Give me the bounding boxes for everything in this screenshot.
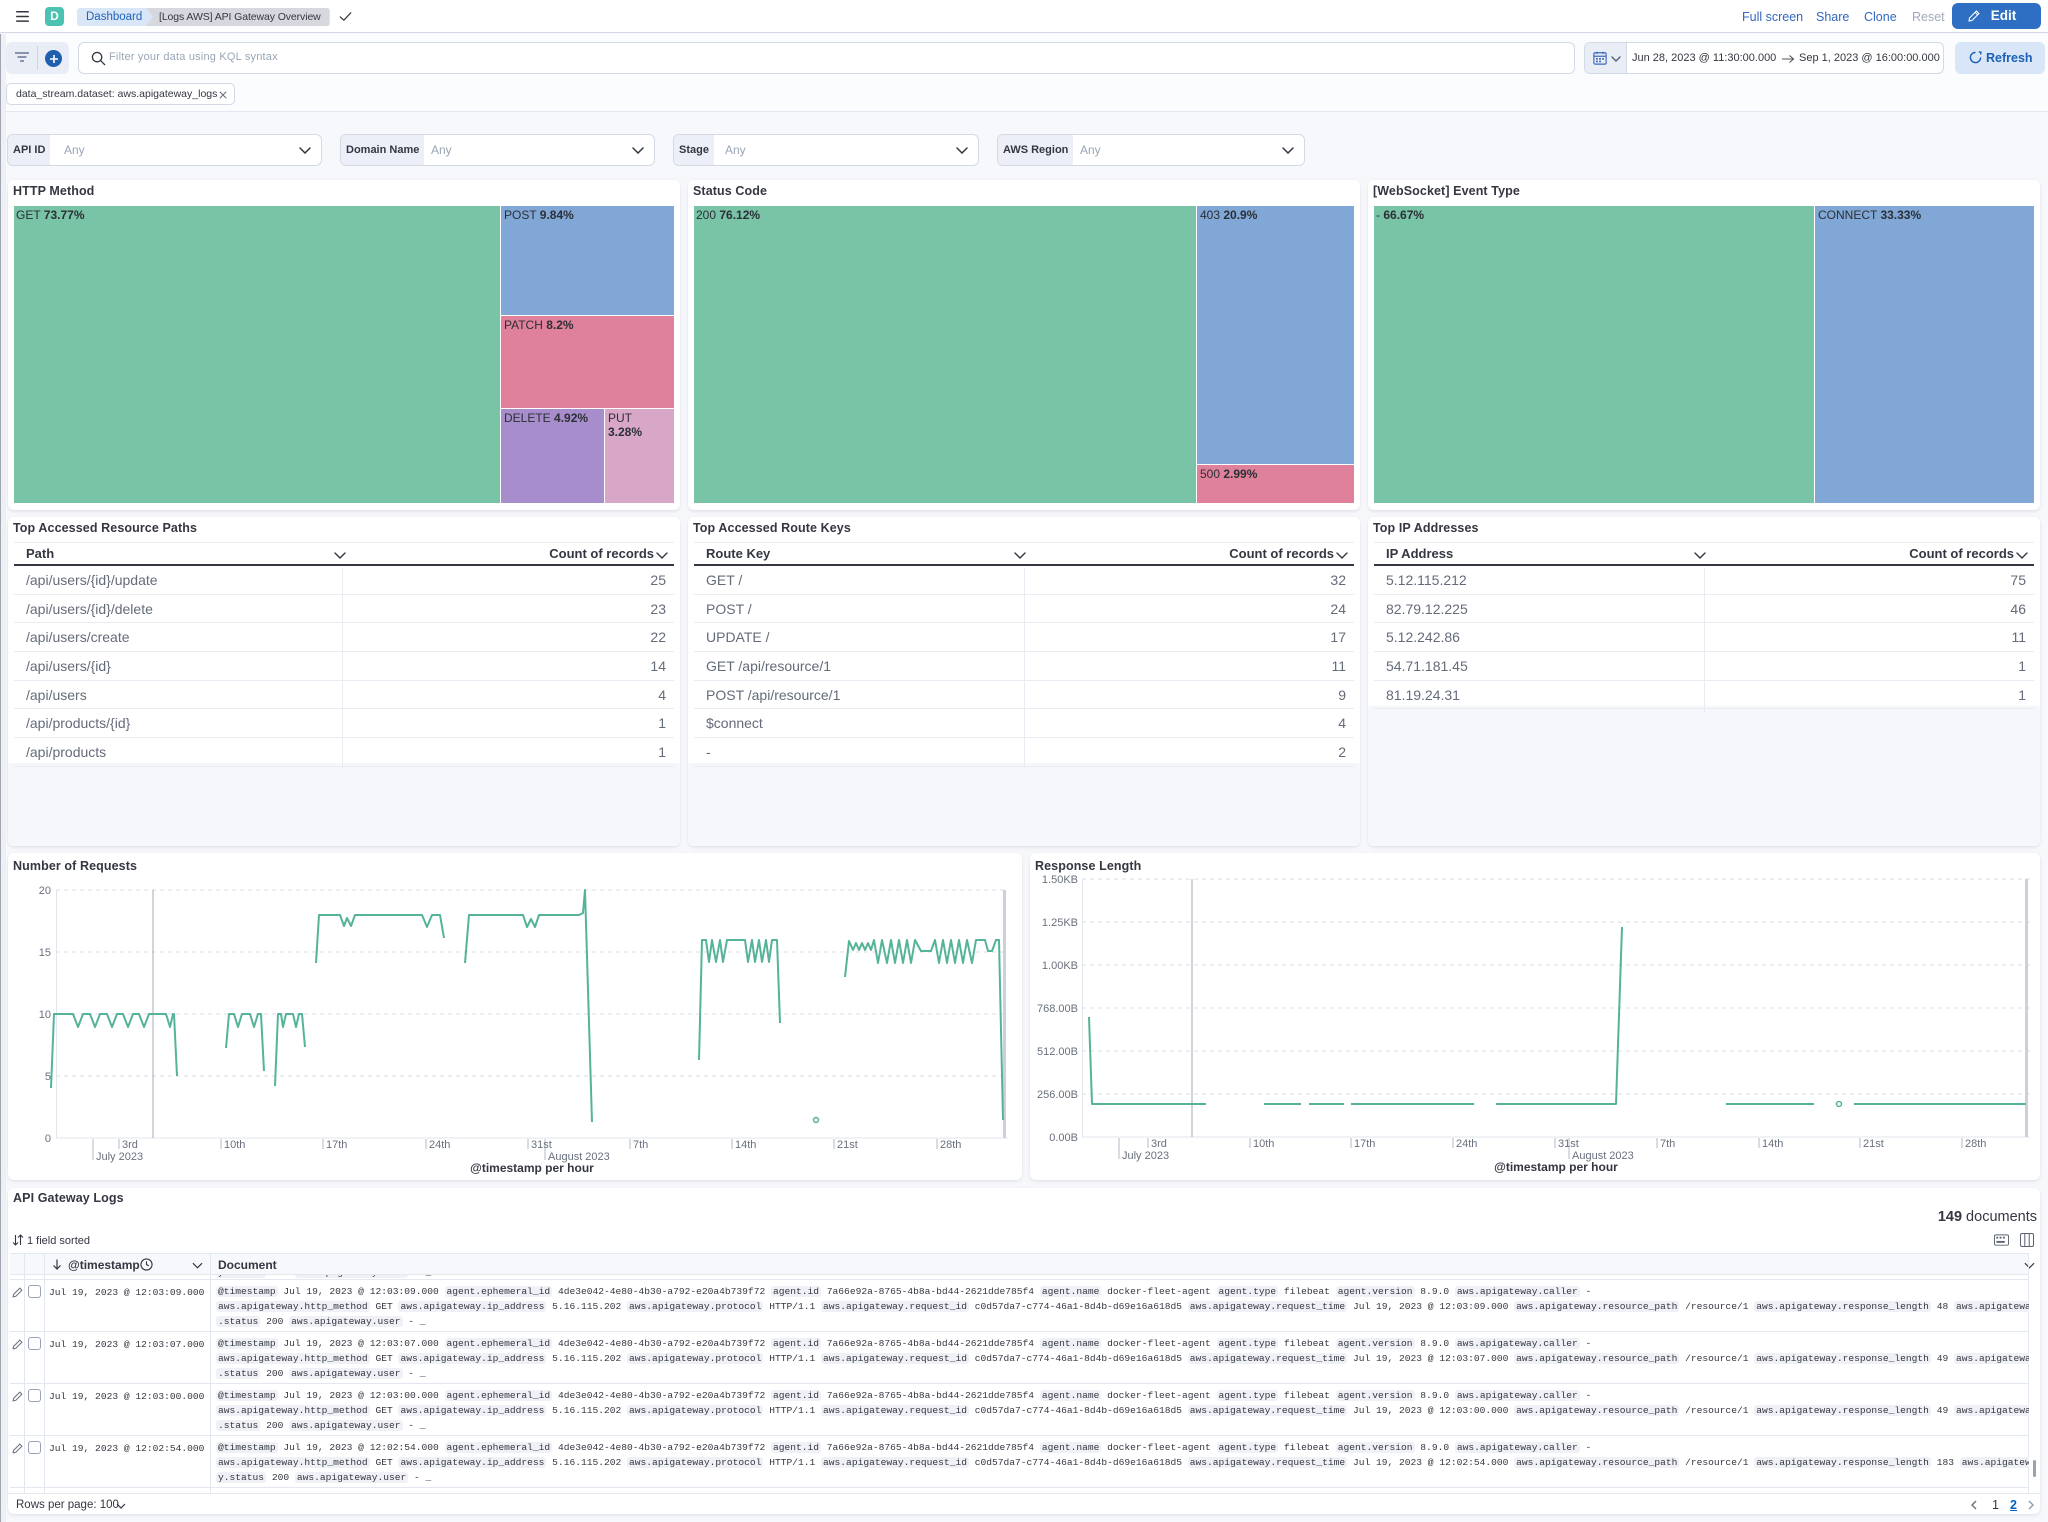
svg-text:28th: 28th [1965,1138,1986,1150]
svg-text:17th: 17th [326,1139,347,1151]
svg-text:7th: 7th [633,1139,648,1151]
svg-text:1.00KB: 1.00KB [1042,960,1078,972]
svg-text:1.50KB: 1.50KB [1042,874,1078,886]
svg-text:7th: 7th [1660,1138,1675,1150]
svg-text:3rd: 3rd [122,1139,138,1151]
svg-text:17th: 17th [1354,1138,1375,1150]
svg-text:3rd: 3rd [1151,1138,1167,1150]
svg-text:24th: 24th [429,1139,450,1151]
svg-text:0.00B: 0.00B [1049,1132,1078,1144]
svg-text:0: 0 [45,1133,51,1145]
svg-text:1.25KB: 1.25KB [1042,917,1078,929]
svg-text:256.00B: 256.00B [1037,1089,1078,1101]
svg-text:July 2023: July 2023 [1122,1150,1169,1162]
svg-text:28th: 28th [940,1139,961,1151]
svg-text:10th: 10th [224,1139,245,1151]
svg-text:21st: 21st [1863,1138,1884,1150]
svg-text:14th: 14th [735,1139,756,1151]
svg-text:768.00B: 768.00B [1037,1003,1078,1015]
svg-text:14th: 14th [1762,1138,1783,1150]
svg-text:@timestamp per hour: @timestamp per hour [470,1161,594,1175]
svg-text:31st: 31st [1558,1138,1579,1150]
svg-text:@timestamp per hour: @timestamp per hour [1494,1160,1618,1174]
svg-text:31st: 31st [531,1139,552,1151]
svg-text:20: 20 [39,885,51,897]
svg-text:512.00B: 512.00B [1037,1046,1078,1058]
svg-text:July 2023: July 2023 [96,1151,143,1163]
svg-text:24th: 24th [1456,1138,1477,1150]
svg-text:5: 5 [45,1071,51,1083]
svg-text:10th: 10th [1253,1138,1274,1150]
svg-text:15: 15 [39,947,51,959]
svg-text:10: 10 [39,1009,51,1021]
svg-text:21st: 21st [837,1139,858,1151]
